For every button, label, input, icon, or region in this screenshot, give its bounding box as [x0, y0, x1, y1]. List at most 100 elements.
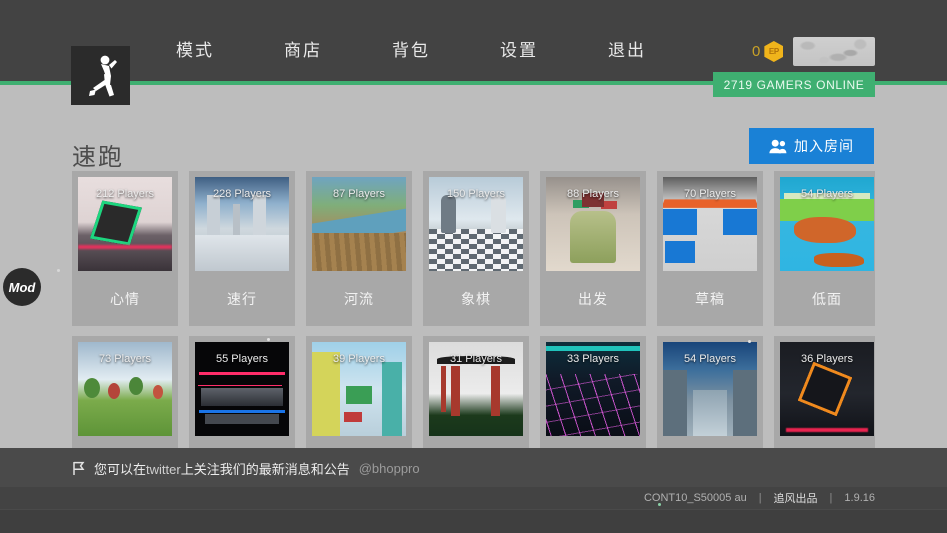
cursor-dot-c	[748, 340, 751, 343]
game-card[interactable]: 33 Players	[540, 336, 646, 451]
game-card-thumbnail: 33 Players	[546, 342, 640, 436]
runner-logo-icon[interactable]	[71, 46, 130, 105]
nav-slot-0: 模式	[176, 36, 284, 61]
status-separator-1: |	[759, 492, 762, 504]
game-card-thumbnail: 88 Players	[546, 177, 640, 271]
game-card-title: 心情	[110, 289, 140, 309]
game-card-title: 草稿	[695, 289, 725, 309]
avatar[interactable]	[793, 37, 875, 66]
game-card-player-count: 150 Players	[429, 188, 523, 200]
cursor-dot-d	[658, 503, 661, 506]
game-card[interactable]: 36 Players	[774, 336, 875, 451]
footer-bar: 您可以在twitter上关注我们的最新消息和公告 @bhoppro	[0, 448, 947, 487]
mod-badge[interactable]: Mod	[3, 268, 41, 306]
game-card[interactable]: 54 Players	[657, 336, 763, 451]
game-card-player-count: 55 Players	[195, 353, 289, 365]
game-card[interactable]: 87 Players 河流	[306, 171, 412, 326]
footer-message-part1: 您可以在	[94, 462, 146, 477]
footer-twitter-link[interactable]: twitter	[146, 462, 181, 477]
game-card-title: 象棋	[461, 289, 491, 309]
game-card[interactable]: 88 Players 出发	[540, 171, 646, 326]
game-card-player-count: 70 Players	[663, 188, 757, 200]
game-card-player-count: 212 Players	[78, 188, 172, 200]
game-card-player-count: 31 Players	[429, 353, 523, 365]
game-card-thumbnail: 54 Players	[663, 342, 757, 436]
main-navigation: 模式 商店 背包 设置 退出	[176, 36, 716, 84]
game-card-player-count: 88 Players	[546, 188, 640, 200]
nav-item-exit[interactable]: 退出	[608, 36, 646, 61]
status-publisher: 追风出品	[774, 490, 818, 506]
game-card-title: 低面	[812, 289, 842, 309]
game-card-title: 出发	[578, 289, 608, 309]
game-card-player-count: 87 Players	[312, 188, 406, 200]
page-title: 速跑	[72, 137, 124, 172]
game-card[interactable]: 55 Players	[189, 336, 295, 451]
footer-message: 您可以在twitter上关注我们的最新消息和公告	[94, 459, 350, 478]
status-version: 1.9.16	[844, 492, 875, 504]
status-separator-2: |	[830, 492, 833, 504]
game-card-thumbnail: 54 Players	[780, 177, 874, 271]
nav-item-modes[interactable]: 模式	[176, 36, 214, 61]
currency-hexagon-icon: EP	[764, 41, 783, 62]
nav-slot-3: 设置	[500, 36, 608, 61]
game-card[interactable]: 54 Players 低面	[774, 171, 875, 326]
game-card-player-count: 228 Players	[195, 188, 289, 200]
cursor-dot-a	[57, 269, 60, 272]
people-icon	[769, 139, 787, 154]
flag-icon	[72, 461, 85, 476]
nav-slot-4: 退出	[608, 36, 716, 61]
currency-icon-label: EP	[769, 47, 779, 56]
game-card-title: 河流	[344, 289, 374, 309]
cursor-dot-b	[267, 338, 270, 341]
join-room-label: 加入房间	[794, 136, 854, 156]
game-card-thumbnail: 212 Players	[78, 177, 172, 271]
nav-item-modes-label: 模式	[176, 41, 214, 60]
game-card-title: 速行	[227, 289, 257, 309]
game-cards-grid: 212 Players 心情 228 Players 速行 87 Players 河流 15…	[72, 171, 875, 451]
footer-message-group: 您可以在twitter上关注我们的最新消息和公告 @bhoppro	[72, 459, 420, 478]
nav-slot-2: 背包	[392, 36, 500, 61]
game-card-player-count: 33 Players	[546, 353, 640, 365]
status-items: CONT10_S50005 au | 追风出品 | 1.9.16	[644, 487, 875, 509]
nav-item-backpack-label: 背包	[392, 41, 430, 60]
game-card-thumbnail: 73 Players	[78, 342, 172, 436]
online-players-text: 2719 GAMERS ONLINE	[724, 78, 865, 92]
game-card-player-count: 54 Players	[780, 188, 874, 200]
game-card[interactable]: 150 Players 象棋	[423, 171, 529, 326]
game-card-player-count: 36 Players	[780, 353, 874, 365]
nav-item-settings[interactable]: 设置	[500, 36, 538, 61]
footer-message-part2: 上关注我们的最新消息和公告	[181, 462, 350, 477]
game-card-player-count: 39 Players	[312, 353, 406, 365]
online-players-badge: 2719 GAMERS ONLINE	[713, 72, 875, 97]
game-card-thumbnail: 31 Players	[429, 342, 523, 436]
nav-item-settings-label: 设置	[500, 41, 538, 60]
game-card[interactable]: 73 Players	[72, 336, 178, 451]
game-card-thumbnail: 36 Players	[780, 342, 874, 436]
game-card[interactable]: 70 Players 草稿	[657, 171, 763, 326]
game-card-thumbnail: 228 Players	[195, 177, 289, 271]
game-card[interactable]: 39 Players	[306, 336, 412, 451]
game-lobby-screen: 模式 商店 背包 设置 退出	[0, 0, 947, 533]
nav-item-shop-label: 商店	[284, 41, 322, 60]
currency-display[interactable]: 0 EP	[752, 41, 783, 62]
nav-item-shop[interactable]: 商店	[284, 36, 322, 61]
nav-item-backpack[interactable]: 背包	[392, 36, 430, 61]
game-card-thumbnail: 39 Players	[312, 342, 406, 436]
main-content: 速跑 加入房间 212 Players 心情 228 Players 速行 87 Pla…	[0, 85, 947, 448]
game-card-player-count: 73 Players	[78, 353, 172, 365]
status-bar: CONT10_S50005 au | 追风出品 | 1.9.16	[0, 487, 947, 509]
nav-slot-1: 商店	[284, 36, 392, 61]
game-card-thumbnail: 87 Players	[312, 177, 406, 271]
mod-badge-label: Mod	[9, 280, 36, 295]
game-card-player-count: 54 Players	[663, 353, 757, 365]
game-card[interactable]: 212 Players 心情	[72, 171, 178, 326]
footer-handle[interactable]: @bhoppro	[359, 461, 420, 476]
currency-amount: 0	[752, 43, 760, 60]
game-card-thumbnail: 55 Players	[195, 342, 289, 436]
game-card[interactable]: 228 Players 速行	[189, 171, 295, 326]
game-card-thumbnail: 150 Players	[429, 177, 523, 271]
join-room-button[interactable]: 加入房间	[749, 128, 874, 164]
game-card[interactable]: 31 Players	[423, 336, 529, 451]
game-cards-panel[interactable]: 212 Players 心情 228 Players 速行 87 Players 河流 15…	[72, 171, 875, 451]
bottom-chrome-bar	[0, 509, 947, 533]
